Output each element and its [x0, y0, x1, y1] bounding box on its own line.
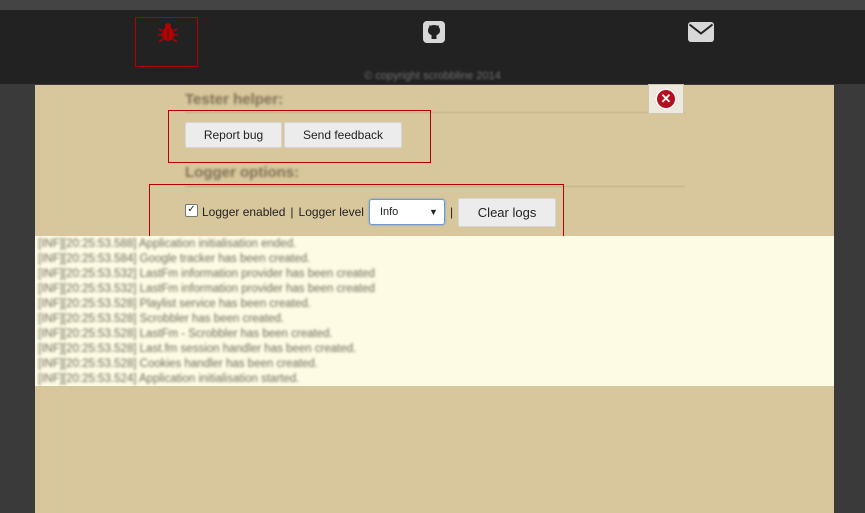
github-icon[interactable]	[414, 12, 454, 52]
mail-icon[interactable]	[681, 12, 721, 52]
log-line: [INF][20:25:53.588] Application initiali…	[38, 238, 297, 250]
separator: |	[449, 205, 454, 219]
log-line: [INF][20:25:53.528] LastFm - Scrobbler h…	[38, 328, 333, 340]
close-button[interactable]: ✕	[648, 84, 684, 114]
separator: |	[290, 205, 294, 219]
log-output: [INF][20:25:53.588] Application initiali…	[35, 236, 834, 386]
logger-level-value: Info	[379, 206, 399, 218]
send-feedback-button[interactable]: Send feedback	[284, 122, 402, 148]
chevron-down-icon: ▼	[429, 207, 438, 217]
header-bar: © copyright scrobbline 2014	[0, 10, 865, 84]
log-line: [INF][20:25:53.528] Playlist service has…	[38, 298, 311, 310]
log-line: [INF][20:25:53.528] Last.fm session hand…	[38, 343, 357, 355]
log-line: [INF][20:25:53.528] Scrobbler has been c…	[38, 313, 285, 325]
log-line: [INF][20:25:53.532] LastFm information p…	[38, 283, 375, 295]
clear-logs-button[interactable]: Clear logs	[458, 197, 557, 227]
report-bug-button[interactable]: Report bug	[185, 122, 282, 148]
log-line: [INF][20:25:53.584] Google tracker has b…	[38, 253, 311, 265]
logger-level-select[interactable]: Info ▼	[368, 199, 445, 225]
log-line: [INF][20:25:53.524] Application initiali…	[38, 373, 300, 385]
logger-enabled-checkbox[interactable]: ✓	[185, 203, 198, 217]
logger-options-title: Logger options:	[185, 164, 300, 181]
copyright-text: © copyright scrobbline 2014	[364, 70, 501, 82]
log-line: [INF][20:25:53.528] Cookies handler has …	[38, 358, 319, 370]
logger-enabled-label: Logger enabled	[202, 205, 286, 219]
logger-options-row: ✓ Logger enabled | Logger level Info ▼ |…	[185, 197, 557, 227]
tester-helper-title: Tester helper:	[185, 91, 284, 108]
close-icon: ✕	[655, 88, 677, 110]
log-line: [INF][20:25:53.532] LastFm information p…	[38, 268, 375, 280]
bug-icon[interactable]	[148, 12, 188, 52]
logger-level-label: Logger level	[298, 205, 364, 219]
top-strip	[0, 0, 865, 10]
